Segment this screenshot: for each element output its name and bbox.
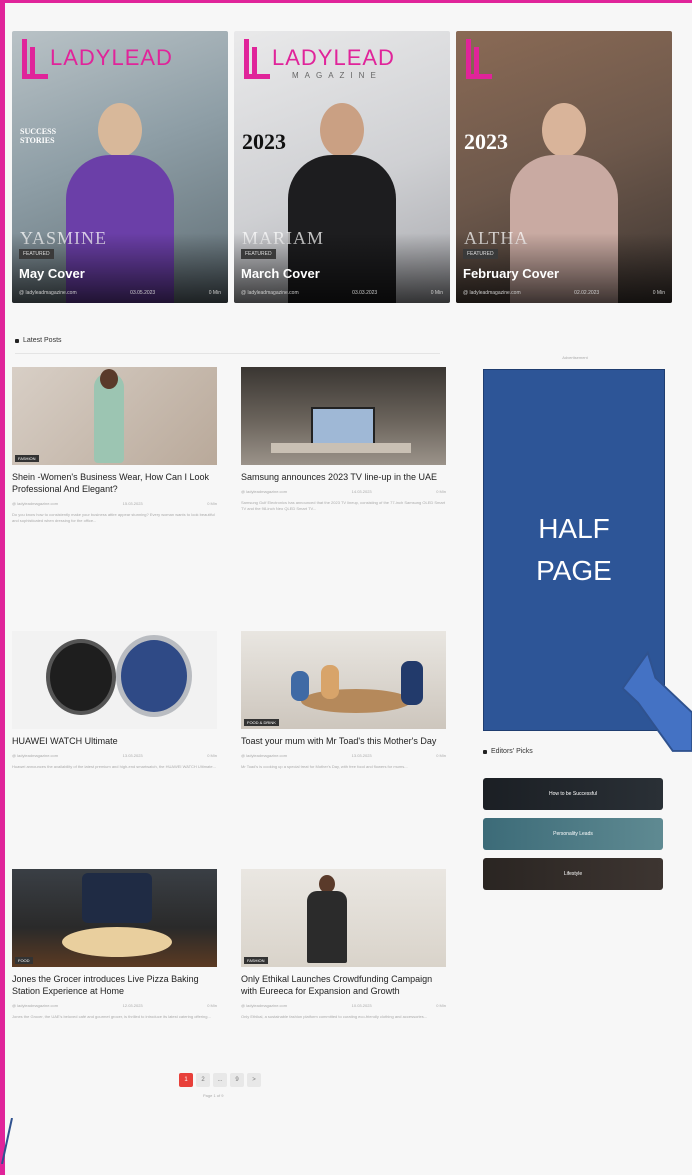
cover-meta: @ ladyleadmagazine.com 03.05.2023 0 Min — [19, 290, 221, 296]
post-meta: @ ladyleadmagazine.com 10.03.2023 0 Min — [241, 1003, 446, 1008]
post-excerpt: Huawei announces the availability of the… — [12, 764, 216, 769]
cover-tag[interactable]: Featured — [463, 249, 498, 259]
post-card[interactable]: Fashion Shein -Women's Business Wear, Ho… — [12, 367, 217, 524]
cover-year: 2023 — [464, 129, 508, 154]
post-card[interactable]: Samsung announces 2023 TV line-up in the… — [241, 367, 446, 512]
post-thumbnail[interactable]: Fashion — [241, 869, 446, 967]
cover-title[interactable]: May Cover — [19, 266, 85, 281]
post-category[interactable]: Food & Drink — [244, 719, 279, 726]
post-category[interactable]: Food — [15, 957, 33, 964]
next-page-button[interactable]: > — [247, 1073, 261, 1087]
post-title[interactable]: Toast your mum with Mr Toad's this Mothe… — [241, 735, 446, 747]
post-category[interactable]: Fashion — [244, 957, 268, 964]
ad-line: PAGE — [536, 555, 612, 586]
cover-card-march[interactable]: LADYLEAD MAGAZINE 2023 MARIAM Featured M… — [234, 31, 450, 303]
cover-tag[interactable]: Featured — [19, 249, 54, 259]
arrow-icon — [1, 1118, 13, 1164]
post-card[interactable]: HUAWEI WATCH Ultimate @ ladyleadmagazine… — [12, 631, 217, 770]
cover-logo-sub: MAGAZINE — [292, 71, 382, 80]
cover-carousel: LADYLEAD SUCCESS STORIES YASMINE Feature… — [12, 31, 672, 303]
page-button[interactable]: 2 — [196, 1073, 210, 1087]
cover-meta: @ ladyleadmagazine.com 02.02.2023 0 Min — [463, 290, 665, 296]
section-divider — [15, 353, 440, 354]
page: LADYLEAD SUCCESS STORIES YASMINE Feature… — [5, 3, 692, 1175]
post-excerpt: Samsung Gulf Electronics has announced t… — [241, 500, 446, 511]
post-meta: @ ladyleadmagazine.com 13.03.2023 0 Min — [241, 753, 446, 758]
post-thumbnail[interactable] — [241, 367, 446, 465]
post-meta: @ ladyleadmagazine.com 15.03.2023 0 Min — [12, 501, 217, 506]
ad-label: Advertisement — [562, 355, 588, 360]
cover-title[interactable]: February Cover — [463, 266, 559, 281]
cover-logo: LADYLEAD — [50, 45, 173, 70]
cover-logo: LADYLEAD — [272, 45, 395, 70]
arrow-icon — [621, 650, 692, 752]
latest-posts-heading: Latest Posts — [15, 337, 62, 344]
post-title[interactable]: HUAWEI WATCH Ultimate — [12, 735, 217, 747]
cover-card-may[interactable]: LADYLEAD SUCCESS STORIES YASMINE Feature… — [12, 31, 228, 303]
post-meta: @ ladyleadmagazine.com 12.03.2023 0 Min — [12, 1003, 217, 1008]
post-card[interactable]: Food Jones the Grocer introduces Live Pi… — [12, 869, 217, 1020]
post-category[interactable]: Fashion — [15, 455, 39, 462]
page-count: Page 1 of 9 — [203, 1093, 224, 1098]
logo-mark — [466, 39, 492, 79]
ad-line: HALF — [538, 513, 610, 544]
page-button[interactable]: 9 — [230, 1073, 244, 1087]
post-meta: @ ladyleadmagazine.com 13.03.2023 0 Min — [12, 753, 217, 758]
editors-picks-heading: Editors' Picks — [483, 748, 533, 755]
post-title[interactable]: Samsung announces 2023 TV line-up in the… — [241, 471, 446, 483]
post-title[interactable]: Shein -Women's Business Wear, How Can I … — [12, 471, 217, 495]
post-excerpt: Only Ethikal, a sustainable fashion plat… — [241, 1014, 428, 1019]
post-card[interactable]: Food & Drink Toast your mum with Mr Toad… — [241, 631, 446, 770]
post-title[interactable]: Jones the Grocer introduces Live Pizza B… — [12, 973, 217, 997]
logo-mark — [244, 39, 270, 79]
post-thumbnail[interactable]: Fashion — [12, 367, 217, 465]
post-thumbnail[interactable]: Food & Drink — [241, 631, 446, 729]
post-excerpt: Jones the Grocer, the UAE's beloved café… — [12, 1014, 211, 1019]
pagination: 1 2 ... 9 > — [179, 1073, 261, 1087]
cover-tag[interactable]: Featured — [241, 249, 276, 259]
page-ellipsis: ... — [213, 1073, 227, 1087]
post-excerpt: Mr Toad's is cooking up a special treat … — [241, 764, 408, 769]
post-thumbnail[interactable]: Food — [12, 869, 217, 967]
post-title[interactable]: Only Ethikal Launches Crowdfunding Campa… — [241, 973, 446, 997]
editors-pick-item[interactable]: How to be Successful — [483, 778, 663, 810]
page-button[interactable]: 1 — [179, 1073, 193, 1087]
post-card[interactable]: Fashion Only Ethikal Launches Crowdfundi… — [241, 869, 446, 1020]
editors-pick-item[interactable]: Lifestyle — [483, 858, 663, 890]
bullet-icon — [15, 338, 19, 343]
cover-meta: @ ladyleadmagazine.com 03.03.2023 0 Min — [241, 290, 443, 296]
cover-card-february[interactable]: 2023 ALTHA Featured February Cover @ lad… — [456, 31, 672, 303]
cover-title[interactable]: March Cover — [241, 266, 320, 281]
post-thumbnail[interactable] — [12, 631, 217, 729]
editors-pick-item[interactable]: Personality Leads — [483, 818, 663, 850]
bullet-icon — [483, 749, 487, 754]
post-meta: @ ladyleadmagazine.com 14.03.2023 0 Min — [241, 489, 446, 494]
post-excerpt: Do you know how to consistently make you… — [12, 512, 215, 523]
logo-mark — [22, 39, 48, 79]
cover-year: 2023 — [242, 129, 286, 154]
